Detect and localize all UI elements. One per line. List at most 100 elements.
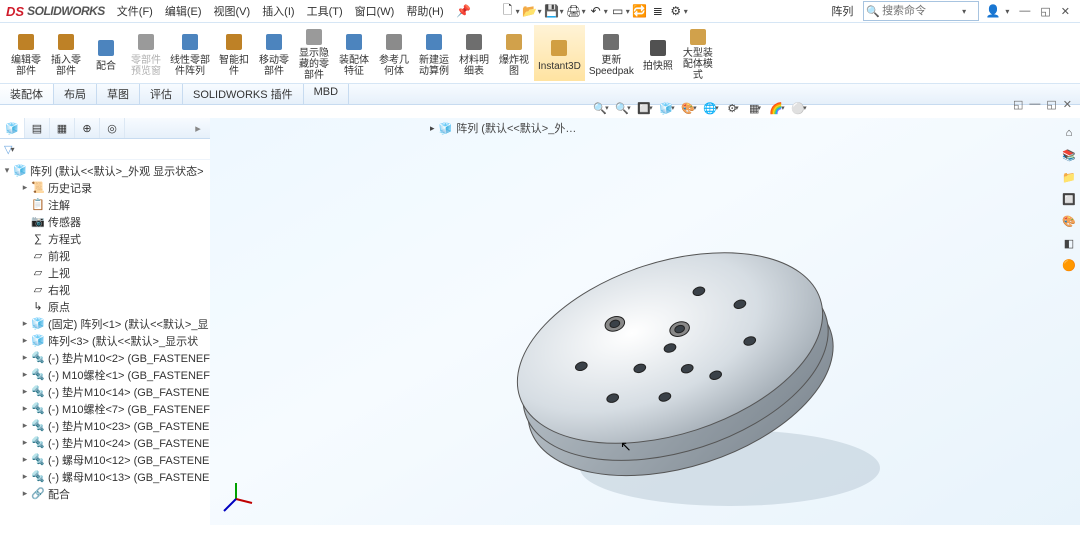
- headsup-icon-1[interactable]: 🔍▾: [614, 99, 632, 117]
- toolbar-button-12[interactable]: 爆炸视 图: [494, 25, 534, 81]
- taskpane-library-icon[interactable]: 📚: [1060, 146, 1078, 164]
- menu-edit[interactable]: 编辑(E): [159, 1, 208, 21]
- toolbar-button-2[interactable]: 配合: [86, 25, 126, 81]
- toolbar-button-0[interactable]: 编辑零 部件: [6, 25, 46, 81]
- orientation-triad[interactable]: [218, 481, 254, 517]
- menu-tools[interactable]: 工具(T): [301, 1, 349, 21]
- tree-item-7[interactable]: ↳原点: [0, 298, 210, 315]
- search-dropdown-icon[interactable]: ▾: [962, 7, 966, 16]
- doc-prev-icon[interactable]: ◱: [1013, 98, 1023, 111]
- fm-tab-dim[interactable]: ⊕: [75, 118, 100, 138]
- toolbar-button-11[interactable]: 材料明 细表: [454, 25, 494, 81]
- headsup-icon-4[interactable]: 🎨▾: [680, 99, 698, 117]
- tree-item-13[interactable]: ▸🔩(-) M10螺栓<7> (GB_FASTENEF: [0, 400, 210, 417]
- expand-icon[interactable]: ▸: [20, 471, 30, 482]
- headsup-icon-7[interactable]: ▦▾: [746, 99, 764, 117]
- breadcrumb-expand-icon[interactable]: ▸: [430, 123, 435, 134]
- tree-item-8[interactable]: ▸🧊(固定) 阵列<1> (默认<<默认>_显: [0, 315, 210, 332]
- user-icon[interactable]: 👤: [979, 3, 1007, 19]
- headsup-icon-8[interactable]: 🌈▾: [768, 99, 786, 117]
- menu-help[interactable]: 帮助(H): [400, 1, 449, 21]
- tree-root[interactable]: ▾ 🧊 阵列 (默认<<默认>_外观 显示状态>: [0, 162, 210, 179]
- toolbar-button-14[interactable]: 更新 Speedpak: [585, 25, 638, 81]
- tree-item-2[interactable]: 📷传感器: [0, 213, 210, 230]
- fm-tab-tree[interactable]: 🧊: [0, 118, 25, 138]
- toolbar-button-15[interactable]: 拍快照: [638, 25, 678, 81]
- headsup-icon-6[interactable]: ⚙▾: [724, 99, 742, 117]
- minimize-icon[interactable]: —: [1019, 5, 1030, 18]
- expand-icon[interactable]: ▸: [20, 437, 30, 448]
- menu-file[interactable]: 文件(F): [111, 1, 159, 21]
- toolbar-button-7[interactable]: 显示隐 藏的零 部件: [294, 25, 334, 81]
- undo-icon[interactable]: ↶: [588, 3, 604, 19]
- select-icon[interactable]: ▭: [610, 3, 626, 19]
- open-doc-icon[interactable]: 📂: [522, 3, 538, 19]
- taskpane-custom-icon[interactable]: ◧: [1060, 234, 1078, 252]
- tree-item-1[interactable]: 📋注解: [0, 196, 210, 213]
- expand-icon[interactable]: ▸: [20, 488, 30, 499]
- headsup-icon-0[interactable]: 🔍▾: [592, 99, 610, 117]
- doc-minimize-icon[interactable]: —: [1029, 98, 1040, 111]
- tree-item-15[interactable]: ▸🔩(-) 垫片M10<24> (GB_FASTENE: [0, 434, 210, 451]
- tab-布局[interactable]: 布局: [54, 84, 97, 104]
- close-icon[interactable]: ✕: [1061, 5, 1070, 18]
- expand-icon[interactable]: ▸: [20, 318, 30, 329]
- toolbar-button-6[interactable]: 移动零 部件: [254, 25, 294, 81]
- tree-item-18[interactable]: ▸🔗配合: [0, 485, 210, 502]
- expand-icon[interactable]: ▸: [20, 335, 30, 346]
- menu-window[interactable]: 窗口(W): [349, 1, 401, 21]
- tab-MBD[interactable]: MBD: [304, 84, 349, 104]
- tree-item-17[interactable]: ▸🔩(-) 螺母M10<13> (GB_FASTENE: [0, 468, 210, 485]
- filter-dropdown-icon[interactable]: ▾: [10, 145, 14, 154]
- tab-草图[interactable]: 草图: [97, 84, 140, 104]
- graphics-viewport[interactable]: ▸ 🧊 阵列 (默认<<默认>_外…: [210, 118, 1080, 525]
- taskpane-home-icon[interactable]: ⌂: [1060, 124, 1078, 142]
- expand-icon[interactable]: ▸: [20, 386, 30, 397]
- viewport-breadcrumb[interactable]: ▸ 🧊 阵列 (默认<<默认>_外…: [430, 118, 576, 138]
- toolbar-button-10[interactable]: 新建运 动算例: [414, 25, 454, 81]
- fm-tab-display[interactable]: ◎: [100, 118, 125, 138]
- taskpane-forum-icon[interactable]: 🟠: [1060, 256, 1078, 274]
- fm-tab-prop[interactable]: ▤: [25, 118, 50, 138]
- toolbar-button-9[interactable]: 参考几 何体: [374, 25, 414, 81]
- taskpane-view-icon[interactable]: 🔲: [1060, 190, 1078, 208]
- options-list-icon[interactable]: ≣: [650, 3, 666, 19]
- taskpane-explorer-icon[interactable]: 📁: [1060, 168, 1078, 186]
- settings-gear-icon[interactable]: ⚙: [668, 3, 684, 19]
- tree-item-6[interactable]: ▱右视: [0, 281, 210, 298]
- tree-item-9[interactable]: ▸🧊阵列<3> (默认<<默认>_显示状: [0, 332, 210, 349]
- print-icon[interactable]: 🖨: [566, 3, 582, 19]
- tab-评估[interactable]: 评估: [140, 84, 183, 104]
- expand-icon[interactable]: ▸: [20, 182, 30, 193]
- tree-item-10[interactable]: ▸🔩(-) 垫片M10<2> (GB_FASTENEF: [0, 349, 210, 366]
- menu-pin-icon[interactable]: 📌: [450, 1, 478, 21]
- headsup-icon-2[interactable]: 🔲▾: [636, 99, 654, 117]
- toolbar-button-8[interactable]: 装配体 特征: [334, 25, 374, 81]
- headsup-icon-9[interactable]: ⚪▾: [790, 99, 808, 117]
- tree-item-14[interactable]: ▸🔩(-) 垫片M10<23> (GB_FASTENE: [0, 417, 210, 434]
- new-doc-icon[interactable]: 🗋: [500, 3, 516, 19]
- expand-icon[interactable]: ▸: [20, 352, 30, 363]
- menu-view[interactable]: 视图(V): [208, 1, 257, 21]
- doc-restore-icon[interactable]: ◱: [1046, 98, 1056, 111]
- restore-icon[interactable]: ◱: [1040, 5, 1050, 18]
- tree-item-5[interactable]: ▱上视: [0, 264, 210, 281]
- command-search[interactable]: 🔍 ▾: [863, 1, 979, 21]
- taskpane-appearance-icon[interactable]: 🎨: [1060, 212, 1078, 230]
- expand-icon[interactable]: ▸: [20, 403, 30, 414]
- fm-tab-config[interactable]: ▦: [50, 118, 75, 138]
- headsup-icon-5[interactable]: 🌐▾: [702, 99, 720, 117]
- command-search-input[interactable]: [880, 4, 964, 18]
- feature-tree[interactable]: ▾ 🧊 阵列 (默认<<默认>_外观 显示状态> ▸📜历史记录📋注解📷传感器∑方…: [0, 160, 210, 525]
- rebuild-icon[interactable]: 🔁: [632, 3, 648, 19]
- tree-item-11[interactable]: ▸🔩(-) M10螺栓<1> (GB_FASTENEF: [0, 366, 210, 383]
- toolbar-button-5[interactable]: 智能扣 件: [214, 25, 254, 81]
- fm-tab-more-icon[interactable]: ▸: [186, 118, 210, 138]
- tab-装配体[interactable]: 装配体: [0, 84, 54, 104]
- tree-item-3[interactable]: ∑方程式: [0, 230, 210, 247]
- tab-SOLIDWORKS 插件[interactable]: SOLIDWORKS 插件: [183, 84, 304, 104]
- toolbar-button-16[interactable]: 大型装 配体模 式: [678, 25, 718, 81]
- tree-item-16[interactable]: ▸🔩(-) 螺母M10<12> (GB_FASTENE: [0, 451, 210, 468]
- toolbar-button-4[interactable]: 线性零部 件阵列: [166, 25, 214, 81]
- doc-close-icon[interactable]: ✕: [1063, 98, 1072, 111]
